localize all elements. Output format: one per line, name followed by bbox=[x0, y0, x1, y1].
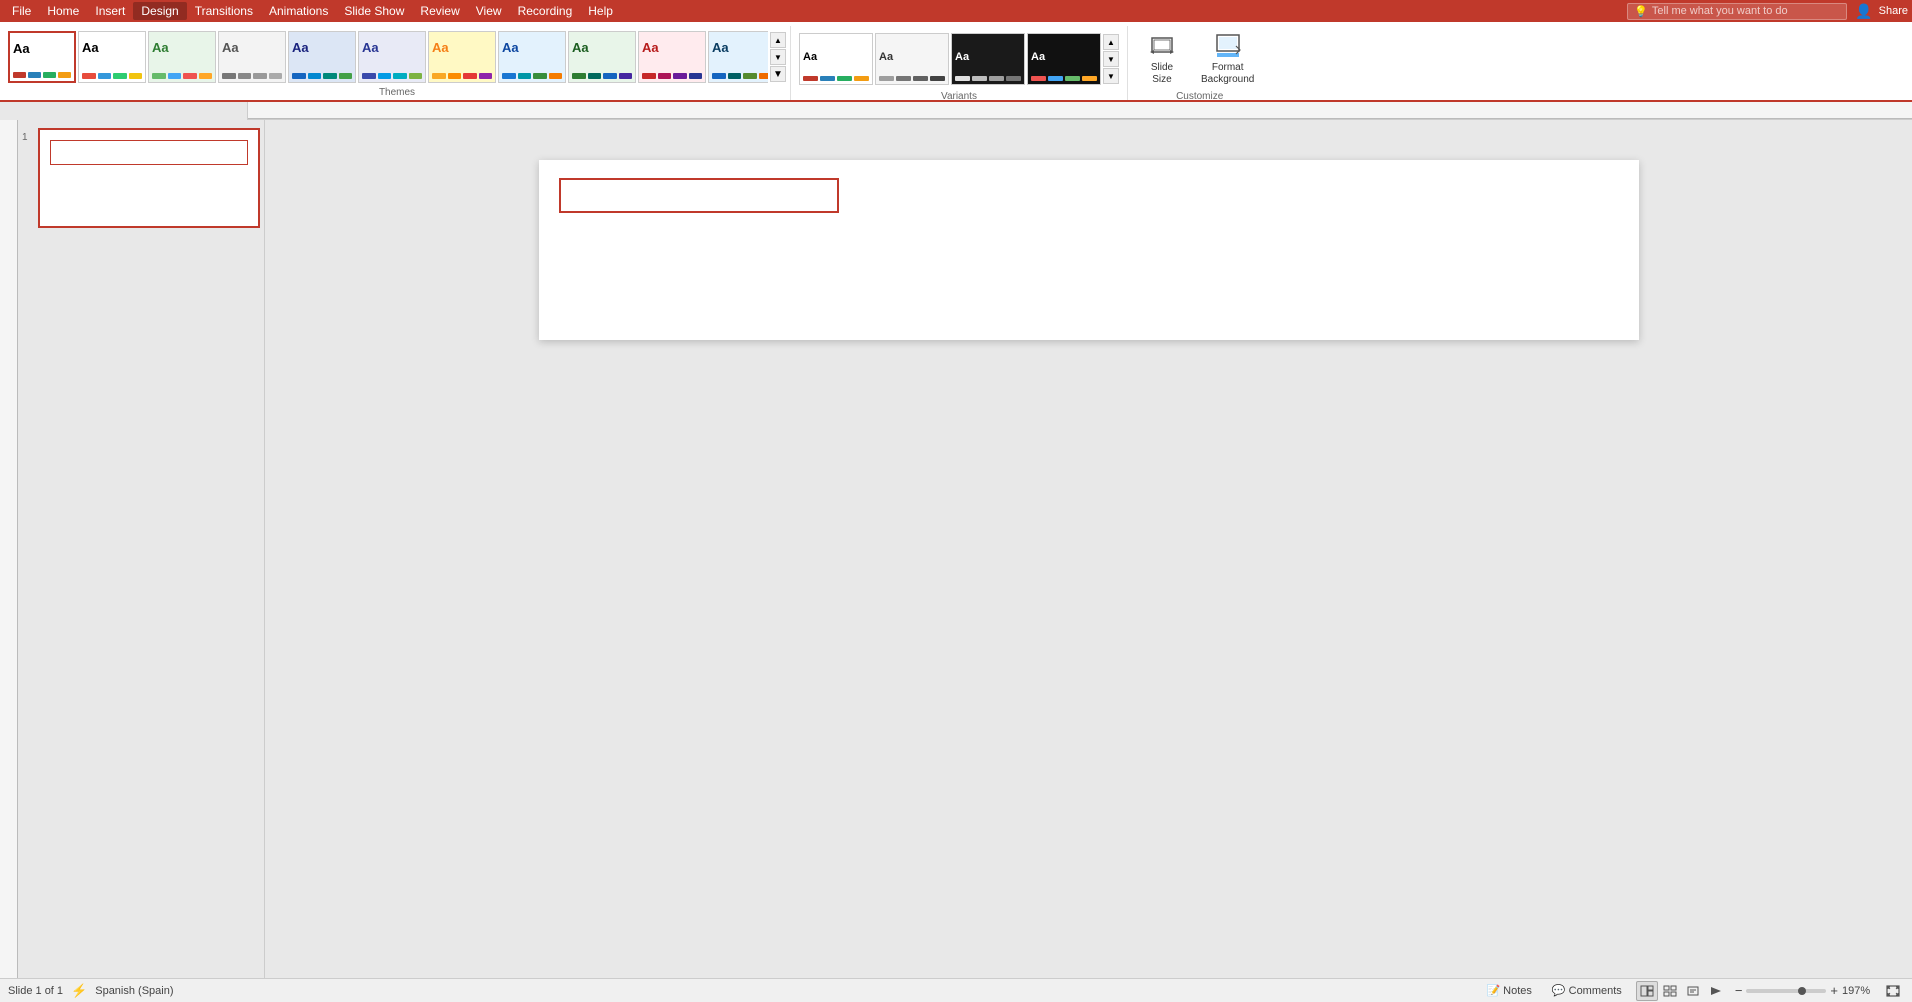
menu-design[interactable]: Design bbox=[133, 2, 186, 20]
user-icon: 👤 bbox=[1855, 3, 1872, 20]
notes-icon: 📝 bbox=[1486, 984, 1500, 997]
format-background-icon bbox=[1212, 32, 1244, 60]
theme-thumb-4[interactable]: Aa bbox=[288, 31, 356, 83]
theme-aa-4: Aa bbox=[289, 32, 355, 60]
variants-scroll-down[interactable]: ▼ bbox=[1103, 51, 1119, 67]
menu-slideshow[interactable]: Slide Show bbox=[336, 2, 412, 20]
menu-transitions[interactable]: Transitions bbox=[187, 2, 261, 20]
comments-label: Comments bbox=[1569, 985, 1622, 997]
format-background-label: FormatBackground bbox=[1201, 62, 1254, 86]
theme-aa-10: Aa bbox=[709, 32, 768, 60]
slide-size-button[interactable]: SlideSize bbox=[1136, 30, 1188, 88]
themes-scroll: ▲ ▼ ▼ bbox=[770, 32, 786, 82]
slide-thumb-img-1[interactable] bbox=[38, 128, 260, 228]
zoom-slider[interactable] bbox=[1746, 989, 1826, 993]
slide-info: Slide 1 of 1 bbox=[8, 985, 63, 997]
comments-icon: 💬 bbox=[1552, 984, 1566, 997]
variants-scroll-more[interactable]: ▼ bbox=[1103, 68, 1119, 84]
variant-thumb-1[interactable]: Aa bbox=[875, 33, 949, 85]
themes-scroll-more[interactable]: ▼ bbox=[770, 66, 786, 82]
themes-list: AaAaAaAaAaAaAaAaAaAaAaAa bbox=[8, 31, 768, 83]
theme-aa-5: Aa bbox=[359, 32, 425, 60]
theme-aa-9: Aa bbox=[639, 32, 705, 60]
search-box[interactable]: 💡 bbox=[1627, 3, 1847, 20]
theme-aa-8: Aa bbox=[569, 32, 635, 60]
ruler-area bbox=[0, 102, 1912, 120]
menu-view[interactable]: View bbox=[468, 2, 510, 20]
view-buttons bbox=[1636, 981, 1727, 1001]
format-background-button[interactable]: FormatBackground bbox=[1192, 30, 1263, 88]
theme-aa-3: Aa bbox=[219, 32, 285, 60]
slide-size-label: SlideSize bbox=[1151, 62, 1173, 86]
ruler-corner bbox=[0, 102, 248, 120]
menu-animations[interactable]: Animations bbox=[261, 2, 336, 20]
horizontal-ruler bbox=[248, 102, 1912, 119]
status-bar: Slide 1 of 1 ⚡ Spanish (Spain) 📝 Notes 💬… bbox=[0, 978, 1912, 1002]
vertical-ruler bbox=[0, 120, 18, 978]
slide-textbox[interactable] bbox=[559, 178, 839, 213]
themes-group: AaAaAaAaAaAaAaAaAaAaAaAa ▲ ▼ ▼ Themes bbox=[4, 26, 791, 100]
zoom-slider-thumb bbox=[1798, 987, 1806, 995]
notes-button[interactable]: 📝 Notes bbox=[1480, 981, 1537, 1001]
theme-thumb-1[interactable]: Aa bbox=[78, 31, 146, 83]
variants-scroll: ▲ ▼ ▼ bbox=[1103, 34, 1119, 84]
slideshow-view-button[interactable] bbox=[1705, 981, 1727, 1001]
normal-view-button[interactable] bbox=[1636, 981, 1658, 1001]
language: Spanish (Spain) bbox=[95, 985, 173, 997]
zoom-percent[interactable]: 197% bbox=[1842, 985, 1874, 997]
slide-thumb-textbox bbox=[50, 140, 248, 165]
canvas-area[interactable] bbox=[265, 120, 1912, 978]
themes-scroll-up[interactable]: ▲ bbox=[770, 32, 786, 48]
customize-group: SlideSize FormatBackground Customize bbox=[1128, 26, 1271, 100]
theme-aa-6: Aa bbox=[429, 32, 495, 60]
menu-review[interactable]: Review bbox=[412, 2, 467, 20]
theme-thumb-7[interactable]: Aa bbox=[498, 31, 566, 83]
variant-thumb-0[interactable]: Aa bbox=[799, 33, 873, 85]
search-input[interactable] bbox=[1652, 5, 1832, 17]
ribbon: AaAaAaAaAaAaAaAaAaAaAaAa ▲ ▼ ▼ Themes Aa… bbox=[0, 22, 1912, 102]
theme-aa-1: Aa bbox=[79, 32, 145, 60]
theme-thumb-9[interactable]: Aa bbox=[638, 31, 706, 83]
theme-aa-0: Aa bbox=[10, 33, 74, 61]
theme-thumb-5[interactable]: Aa bbox=[358, 31, 426, 83]
theme-thumb-2[interactable]: Aa bbox=[148, 31, 216, 83]
zoom-area: − + 197% bbox=[1735, 983, 1874, 998]
variants-group: AaAaAaAa ▲ ▼ ▼ Variants bbox=[791, 26, 1128, 100]
workspace: 1 bbox=[0, 120, 1912, 978]
theme-thumb-6[interactable]: Aa bbox=[428, 31, 496, 83]
zoom-in-button[interactable]: + bbox=[1830, 983, 1838, 998]
variant-thumb-3[interactable]: Aa bbox=[1027, 33, 1101, 85]
slides-panel: 1 bbox=[18, 120, 265, 978]
slide-number-1: 1 bbox=[22, 128, 34, 143]
themes-scroll-down[interactable]: ▼ bbox=[770, 49, 786, 65]
variants-scroll-up[interactable]: ▲ bbox=[1103, 34, 1119, 50]
lightbulb-icon: 💡 bbox=[1634, 5, 1648, 18]
comments-button[interactable]: 💬 Comments bbox=[1546, 981, 1628, 1001]
reading-view-button[interactable] bbox=[1682, 981, 1704, 1001]
menu-insert[interactable]: Insert bbox=[87, 2, 133, 20]
themes-label: Themes bbox=[8, 84, 786, 100]
theme-thumb-10[interactable]: Aa bbox=[708, 31, 768, 83]
variant-thumb-2[interactable]: Aa bbox=[951, 33, 1025, 85]
theme-aa-2: Aa bbox=[149, 32, 215, 60]
menu-bar: File Home Insert Design Transitions Anim… bbox=[0, 0, 1912, 22]
notes-label: Notes bbox=[1503, 985, 1532, 997]
menu-recording[interactable]: Recording bbox=[510, 2, 581, 20]
menu-file[interactable]: File bbox=[4, 2, 39, 20]
fit-to-window-button[interactable] bbox=[1882, 981, 1904, 1001]
theme-thumb-3[interactable]: Aa bbox=[218, 31, 286, 83]
slide-canvas[interactable] bbox=[539, 160, 1639, 340]
slide-thumbnail-1[interactable]: 1 bbox=[22, 128, 260, 228]
share-button[interactable]: Share bbox=[1879, 5, 1908, 17]
menu-help[interactable]: Help bbox=[580, 2, 621, 20]
accessibility-icon: ⚡ bbox=[71, 983, 87, 999]
zoom-out-button[interactable]: − bbox=[1735, 983, 1743, 998]
slide-size-icon bbox=[1146, 32, 1178, 60]
theme-aa-7: Aa bbox=[499, 32, 565, 60]
theme-thumb-0[interactable]: Aa bbox=[8, 31, 76, 83]
slide-sorter-button[interactable] bbox=[1659, 981, 1681, 1001]
menu-home[interactable]: Home bbox=[39, 2, 87, 20]
theme-thumb-8[interactable]: Aa bbox=[568, 31, 636, 83]
